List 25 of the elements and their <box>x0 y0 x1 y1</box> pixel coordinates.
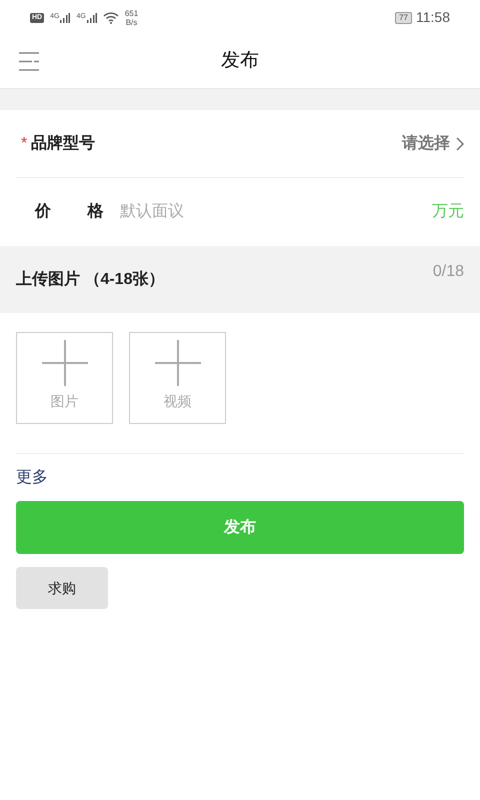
plus-icon <box>42 340 88 386</box>
upload-tile[interactable]: 图片 <box>16 332 113 424</box>
more-link[interactable]: 更多 <box>16 466 48 490</box>
battery-indicator: 77 <box>395 12 412 24</box>
chevron-right-icon <box>456 136 464 150</box>
plus-icon <box>154 340 200 386</box>
buy-request-button[interactable]: 求购 <box>16 567 108 609</box>
price-unit: 万元 <box>432 202 464 222</box>
upload-tile[interactable]: 视频 <box>129 332 226 424</box>
speed-unit: B/s <box>126 18 138 26</box>
signal-icon <box>60 12 70 22</box>
wifi-icon <box>102 12 119 24</box>
price-field[interactable]: 默认面议 <box>120 200 432 224</box>
brand-model-select[interactable]: 请选择 <box>402 132 464 156</box>
signal-icon <box>86 12 97 22</box>
price-label: 价 格 <box>34 202 104 222</box>
required-asterisk: * <box>21 136 28 152</box>
brand-model-label: 品牌型号 <box>31 134 96 154</box>
upload-title: 上传图片 （4-18张） <box>16 270 164 290</box>
publish-button[interactable]: 发布 <box>16 501 464 554</box>
upload-count: 0/18 <box>432 262 464 282</box>
network-speed: 651 <box>124 8 138 18</box>
status-time: 11:58 <box>416 8 450 27</box>
menu-icon[interactable] <box>19 52 39 71</box>
page-title: 发布 <box>221 49 259 74</box>
